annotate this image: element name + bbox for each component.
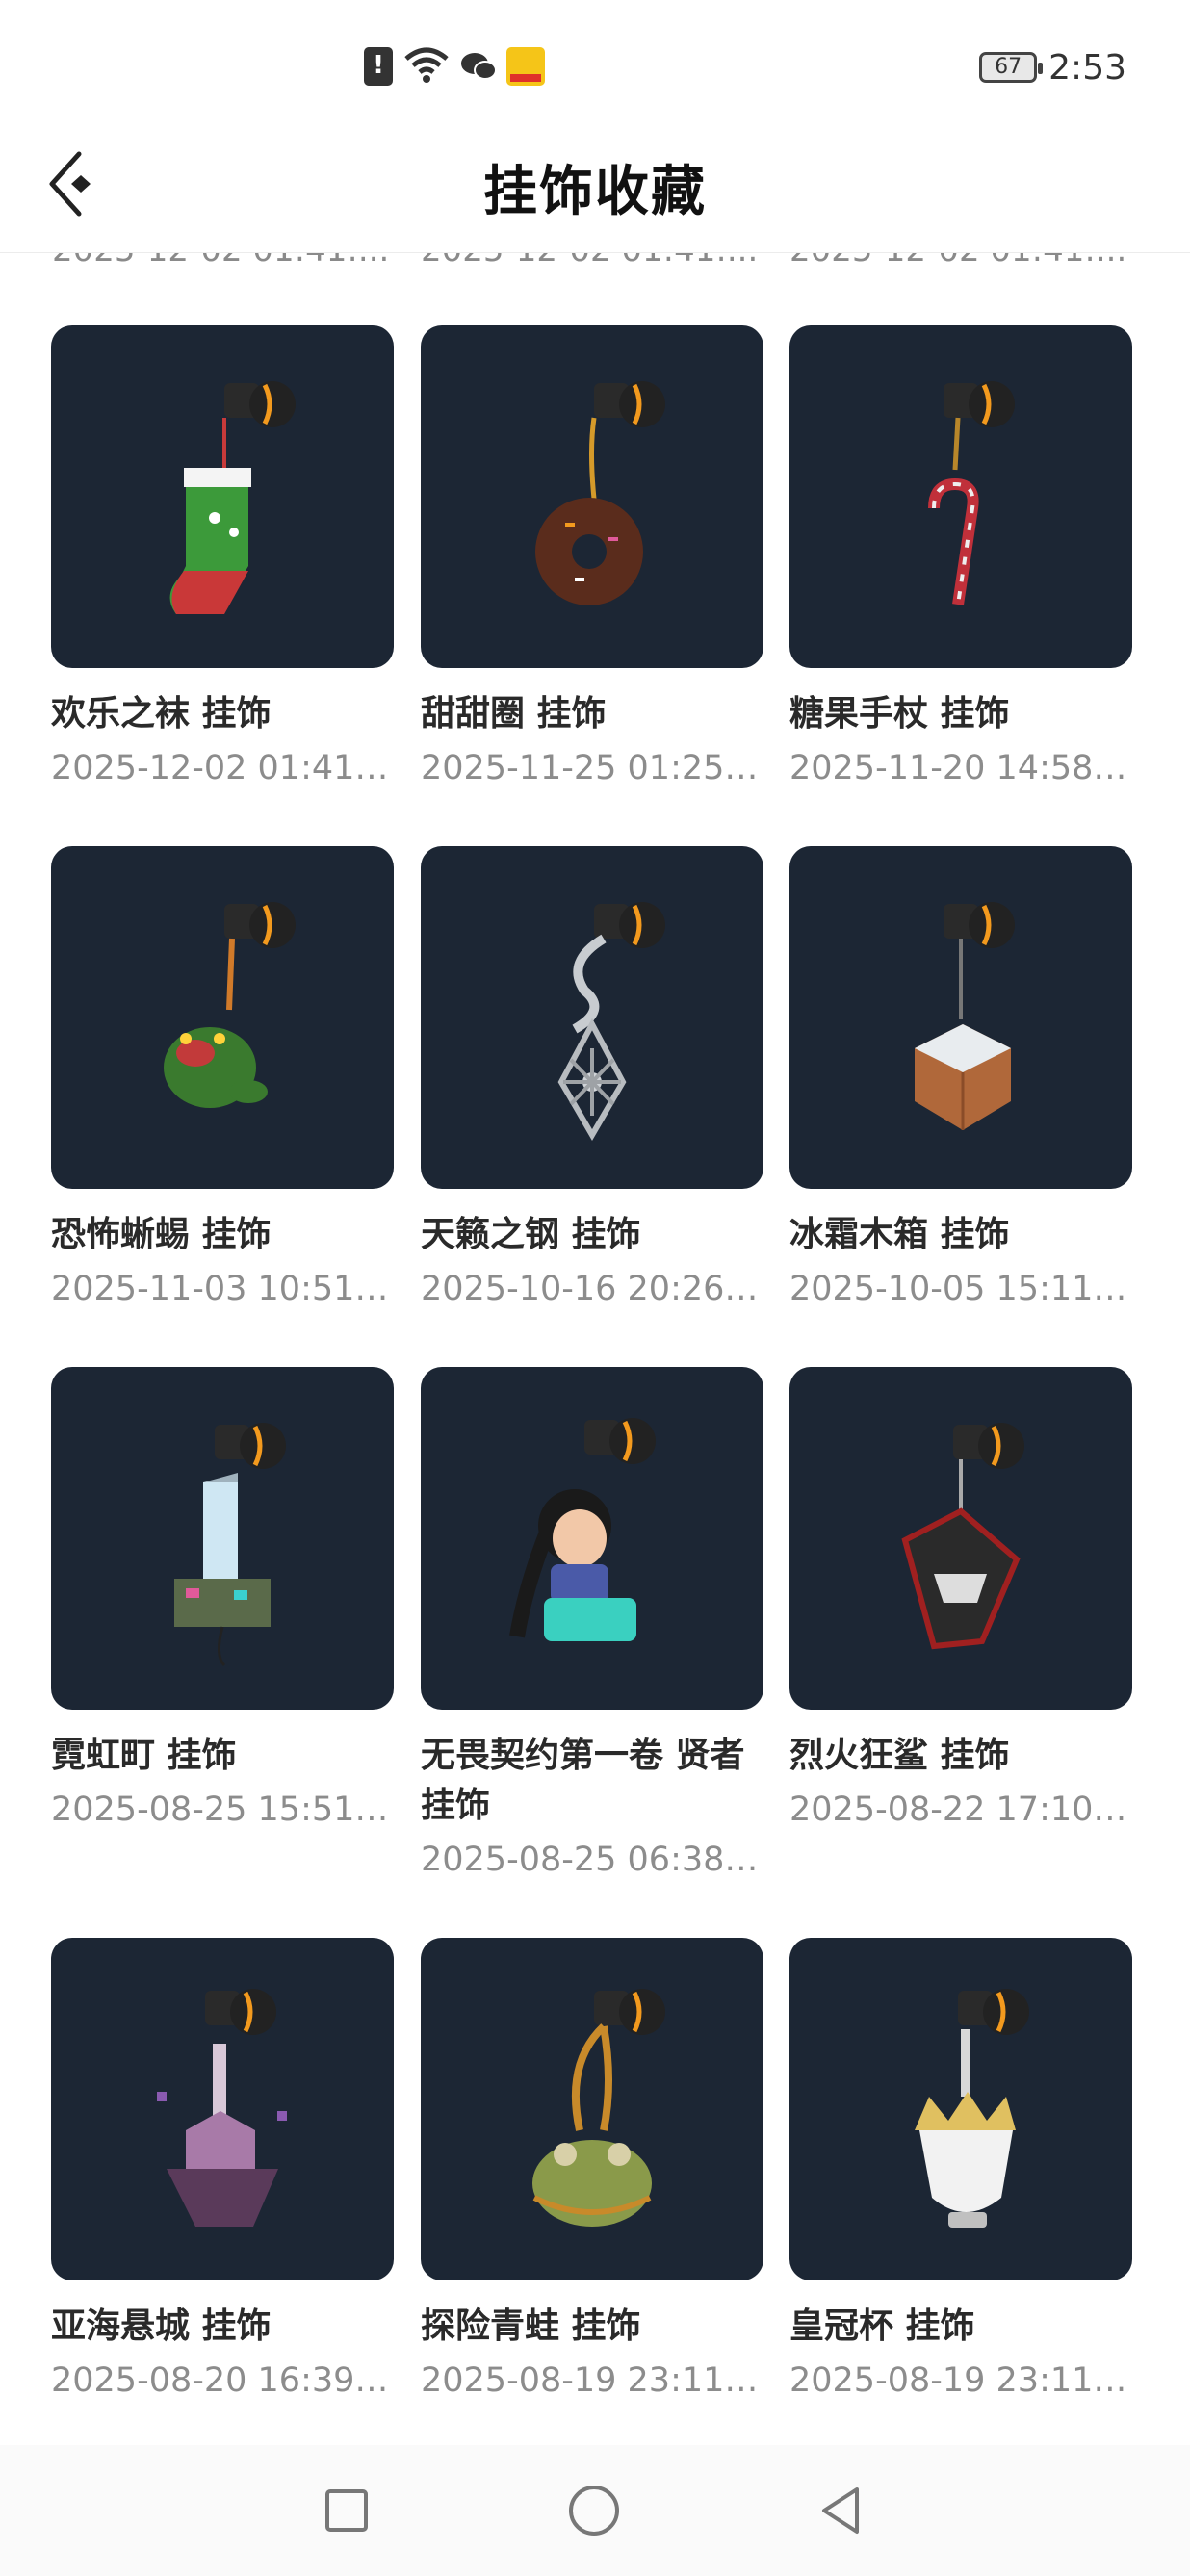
charm-item[interactable]: 冰霜木箱 挂饰 2025-10-05 15:11:... (789, 846, 1132, 1312)
charm-name: 冰霜木箱 挂饰 (789, 1215, 1010, 1254)
frog-charm-icon (421, 1938, 763, 2280)
circle-icon (569, 2486, 619, 2536)
charm-date: 2025-08-25 15:51:... (51, 1790, 394, 1829)
charm-date: 2025-10-16 20:26:... (421, 1270, 763, 1308)
stocking-charm-icon (51, 325, 394, 668)
recent-apps-button[interactable] (318, 2482, 375, 2539)
charm-name: 亚海悬城 挂饰 (51, 2306, 272, 2346)
shark-charm-icon (789, 1367, 1132, 1710)
charm-date: 2025-12-02 01:41:... (51, 749, 394, 787)
donut-charm-icon (421, 325, 763, 668)
charm-item[interactable]: 天籁之钢 挂饰 2025-10-16 20:26:... (421, 846, 763, 1312)
system-navigation-bar (0, 2445, 1190, 2576)
candy-cane-charm-icon (789, 325, 1132, 668)
lizard-charm-icon (51, 846, 394, 1189)
home-button[interactable] (565, 2482, 623, 2539)
charm-date: 2025-11-25 01:25:... (421, 749, 763, 787)
charm-name: 恐怖蜥蜴 挂饰 (51, 1215, 272, 1254)
steel-ornament-charm-icon (421, 846, 763, 1189)
charm-name: 糖果手杖 挂饰 (789, 694, 1010, 734)
charm-name: 欢乐之袜 挂饰 (51, 694, 272, 734)
charm-item[interactable]: 恐怖蜥蜴 挂饰 2025-11-03 10:51:... (51, 846, 394, 1312)
charm-item[interactable]: 霓虹町 挂饰 2025-08-25 15:51:... (51, 1367, 394, 1833)
charm-grid: 2025-12-02 01:41:... 2025-12-02 01:41:..… (0, 0, 1190, 2445)
charm-item[interactable]: 皇冠杯 挂饰 2025-08-19 23:11:... (789, 1938, 1132, 2404)
neon-city-charm-icon (51, 1367, 394, 1710)
charm-name: 皇冠杯 挂饰 (789, 2306, 975, 2346)
charm-date: 2025-11-03 10:51:... (51, 1270, 394, 1308)
charm-item[interactable]: 无畏契约第一卷 贤者 挂饰 2025-08-25 06:38:... (421, 1367, 763, 1883)
charm-name: 烈火狂鲨 挂饰 (789, 1736, 1010, 1775)
triangle-back-icon (822, 2487, 859, 2534)
sage-figure-charm-icon (421, 1367, 763, 1710)
header: 挂饰收藏 (0, 135, 1190, 253)
page-title: 挂饰收藏 (483, 161, 707, 223)
charm-name: 霓虹町 挂饰 (51, 1736, 237, 1775)
charm-date: 2025-08-19 23:11:... (789, 2361, 1132, 2400)
charm-name: 无畏契约第一卷 贤者 挂饰 (421, 1736, 745, 1825)
charm-item[interactable]: 糖果手杖 挂饰 2025-11-20 14:58:... (789, 325, 1132, 791)
charm-date: 2025-08-19 23:11:... (421, 2361, 763, 2400)
frost-crate-charm-icon (789, 846, 1132, 1189)
charm-item[interactable]: 甜甜圈 挂饰 2025-11-25 01:25:... (421, 325, 763, 791)
charm-name: 甜甜圈 挂饰 (421, 694, 607, 734)
charm-name: 天籁之钢 挂饰 (421, 1215, 641, 1254)
charm-date: 2025-08-20 16:39:... (51, 2361, 394, 2400)
charm-date: 2025-08-25 06:38:... (421, 1841, 763, 1879)
charm-item[interactable]: 亚海悬城 挂饰 2025-08-20 16:39:... (51, 1938, 394, 2404)
system-back-button[interactable] (813, 2482, 870, 2539)
floating-city-charm-icon (51, 1938, 394, 2280)
charm-name: 探险青蛙 挂饰 (421, 2306, 641, 2346)
charm-item[interactable]: 欢乐之袜 挂饰 2025-12-02 01:41:... (51, 325, 394, 791)
charm-date: 2025-10-05 15:11:... (789, 1270, 1132, 1308)
charm-item[interactable]: 烈火狂鲨 挂饰 2025-08-22 17:10:... (789, 1367, 1132, 1833)
charm-date: 2025-08-22 17:10:... (789, 1790, 1132, 1829)
crown-cup-charm-icon (789, 1938, 1132, 2280)
charm-date: 2025-11-20 14:58:... (789, 749, 1132, 787)
charm-item[interactable]: 探险青蛙 挂饰 2025-08-19 23:11:... (421, 1938, 763, 2404)
square-icon (325, 2489, 368, 2532)
